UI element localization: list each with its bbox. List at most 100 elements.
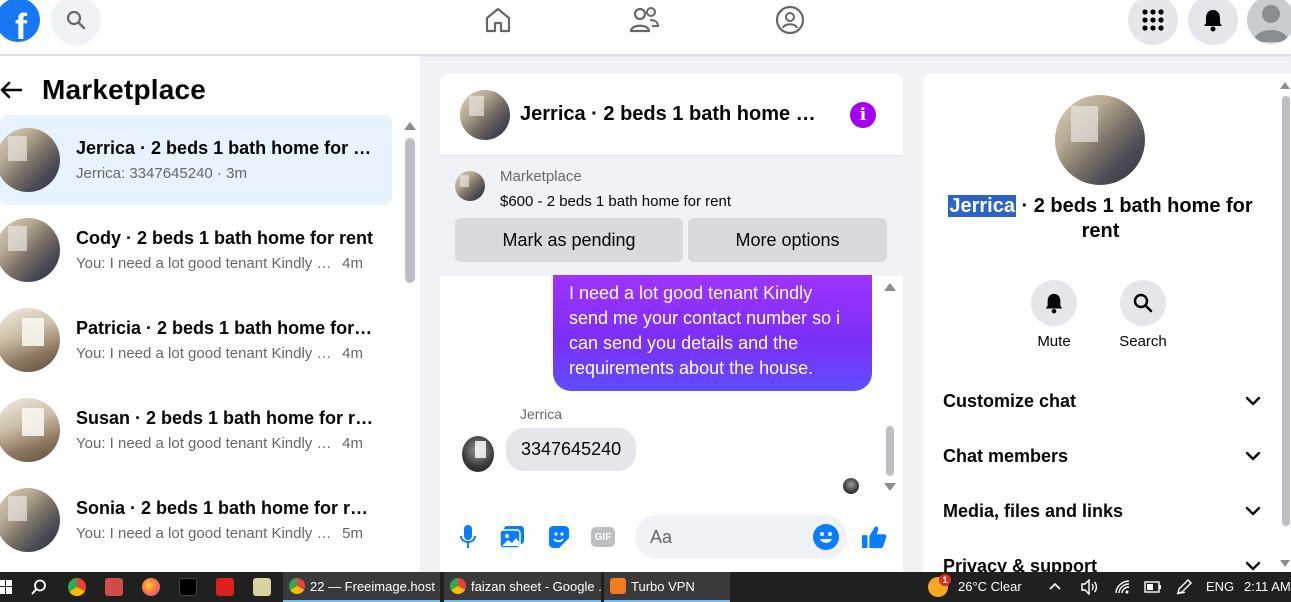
- section-label: Customize chat: [943, 390, 1077, 411]
- preview-text: You: I need a lot good tenant Kindly sen…: [76, 435, 338, 452]
- mute-circle[interactable]: [1031, 280, 1077, 326]
- search-label: Search: [1119, 333, 1167, 350]
- preview-time: 4m: [342, 345, 364, 362]
- menu-button[interactable]: [1128, 0, 1178, 45]
- taskbar-task-google-sheet[interactable]: faizan sheet - Google ...: [444, 572, 601, 602]
- like-button[interactable]: [861, 524, 887, 550]
- microphone-icon: [460, 525, 476, 548]
- privacy-support-section[interactable]: Privacy & support: [943, 546, 1261, 572]
- mark-as-pending-button[interactable]: Mark as pending: [455, 218, 683, 262]
- conversation-item[interactable]: Sonia · 2 beds 1 bath home for rent You:…: [0, 475, 392, 565]
- facebook-logo[interactable]: f: [0, 0, 40, 42]
- conversation-item[interactable]: Jerrica · 2 beds 1 bath home for rent Je…: [0, 115, 392, 205]
- emoji-button[interactable]: [813, 524, 839, 550]
- scrollbar-thumb[interactable]: [886, 426, 894, 476]
- taskbar-search-icon[interactable]: [31, 579, 47, 595]
- groups-icon: [775, 5, 805, 35]
- outgoing-message-bubble[interactable]: I need a lot good tenant Kindly send me …: [553, 275, 872, 391]
- weather-text[interactable]: 26°C Clear: [958, 579, 1022, 594]
- scrollbar-thumb[interactable]: [1282, 96, 1290, 526]
- scroll-up-arrow-icon[interactable]: [884, 283, 896, 291]
- conversation-item[interactable]: Cody · 2 beds 1 bath home for rent You: …: [0, 205, 392, 295]
- gif-icon: GIF: [591, 527, 615, 547]
- groups-nav-button[interactable]: [770, 0, 810, 40]
- conversation-preview: You: I need a lot good tenant Kindly sen…: [76, 525, 376, 542]
- chat-members-section[interactable]: Chat members: [943, 436, 1261, 476]
- back-button[interactable]: [0, 78, 24, 102]
- back-arrow-icon: [0, 81, 22, 99]
- chevron-down-icon: [1245, 506, 1261, 516]
- scroll-up-arrow-icon[interactable]: [404, 122, 416, 130]
- read-receipt-avatar: [843, 478, 859, 494]
- profile-listing-photo[interactable]: [1055, 95, 1145, 185]
- windows-start-icon[interactable]: [0, 580, 12, 594]
- friends-nav-button[interactable]: [624, 0, 664, 40]
- listing-thumbnail: [0, 128, 60, 192]
- battery-icon[interactable]: [1144, 581, 1162, 593]
- top-navigation-bar: f: [0, 0, 1291, 55]
- scrollbar-thumb[interactable]: [405, 138, 415, 283]
- listing-price-title[interactable]: $600 - 2 beds 1 bath home for rent: [500, 193, 731, 210]
- conversation-info-button[interactable]: i: [850, 102, 876, 128]
- chat-title[interactable]: Jerrica · 2 beds 1 bath home for rent: [520, 103, 820, 126]
- info-icon: i: [859, 105, 867, 125]
- sender-name: Jerrica: [520, 406, 563, 422]
- more-options-button[interactable]: More options: [688, 218, 887, 262]
- separator: ·: [212, 165, 227, 182]
- gif-button[interactable]: GIF: [590, 524, 616, 550]
- firefox-icon[interactable]: [142, 578, 160, 596]
- chrome-icon[interactable]: [68, 578, 86, 596]
- customize-chat-section[interactable]: Customize chat: [943, 381, 1261, 421]
- pen-icon[interactable]: [1176, 579, 1192, 595]
- chat-avatar[interactable]: [460, 89, 510, 140]
- sender-avatar[interactable]: [462, 436, 494, 472]
- weather-badge: 1: [939, 574, 951, 586]
- home-nav-button[interactable]: [478, 0, 518, 40]
- incoming-message-bubble[interactable]: 3347645240: [506, 428, 637, 471]
- scroll-down-arrow-icon[interactable]: [884, 483, 896, 491]
- conversation-item[interactable]: Susan · 2 beds 1 bath home for rent You:…: [0, 385, 392, 475]
- friends-icon: [629, 7, 660, 33]
- task-label: Turbo VPN: [631, 578, 695, 594]
- conversation-preview: You: I need a lot good tenant Kindly sen…: [76, 435, 376, 452]
- taskbar-task-freeimage[interactable]: 22 — Freeimage.host ...: [283, 572, 440, 602]
- input-language[interactable]: ENG: [1206, 579, 1234, 594]
- listing-thumbnail[interactable]: [455, 171, 485, 201]
- conversation-title: Jerrica · 2 beds 1 bath home for rent: [76, 138, 376, 158]
- profile-avatar[interactable]: [1247, 0, 1291, 44]
- conversation-list-scrollbar[interactable]: [404, 120, 416, 572]
- scroll-down-arrow-icon[interactable]: [1280, 560, 1290, 567]
- sticker-button[interactable]: [545, 524, 571, 550]
- search-in-conversation-button[interactable]: Search: [1113, 280, 1173, 350]
- conversation-title: Sonia · 2 beds 1 bath home for rent: [76, 498, 376, 518]
- search-button[interactable]: [51, 0, 101, 45]
- details-panel-scrollbar[interactable]: [1278, 78, 1291, 572]
- profile-name: Jerrica · 2 beds 1 bath home for rent: [943, 194, 1258, 244]
- wps-office-icon[interactable]: [216, 578, 234, 596]
- search-circle[interactable]: [1120, 280, 1166, 326]
- attach-image-button[interactable]: [499, 524, 525, 550]
- clock-time[interactable]: 2:11 AM: [1244, 579, 1291, 594]
- message-input[interactable]: Aa: [635, 515, 847, 559]
- conversation-item[interactable]: Patricia · 2 beds 1 bath home for rent Y…: [0, 295, 392, 385]
- conversation-preview: You: I need a lot good tenant Kindly sen…: [76, 345, 376, 362]
- notifications-button[interactable]: [1188, 0, 1238, 45]
- message-thread-scrollbar[interactable]: [883, 281, 897, 496]
- scroll-up-arrow-icon[interactable]: [1280, 82, 1290, 89]
- wifi-icon[interactable]: [1114, 579, 1130, 595]
- volume-icon[interactable]: [1080, 579, 1098, 595]
- paint-app-icon[interactable]: [105, 578, 123, 596]
- listing-thumbnail: [0, 488, 60, 552]
- chevron-up-icon[interactable]: [1049, 582, 1061, 590]
- media-files-links-section[interactable]: Media, files and links: [943, 491, 1261, 531]
- taskbar-task-turbo-vpn[interactable]: Turbo VPN: [604, 572, 730, 602]
- conversation-details-panel: Jerrica · 2 beds 1 bath home for rent Mu…: [923, 74, 1291, 572]
- notepad-icon[interactable]: [253, 578, 271, 596]
- section-label: Chat members: [943, 445, 1069, 466]
- listing-card: Marketplace $600 - 2 beds 1 bath home fo…: [440, 156, 903, 276]
- marketplace-conversation-list: Marketplace Jerrica · 2 beds 1 bath home…: [0, 56, 420, 572]
- mute-button[interactable]: Mute: [1024, 280, 1084, 350]
- chat-header: Jerrica · 2 beds 1 bath home for rent i: [440, 74, 903, 156]
- voice-clip-button[interactable]: [455, 524, 481, 550]
- tiktok-icon[interactable]: [179, 578, 197, 596]
